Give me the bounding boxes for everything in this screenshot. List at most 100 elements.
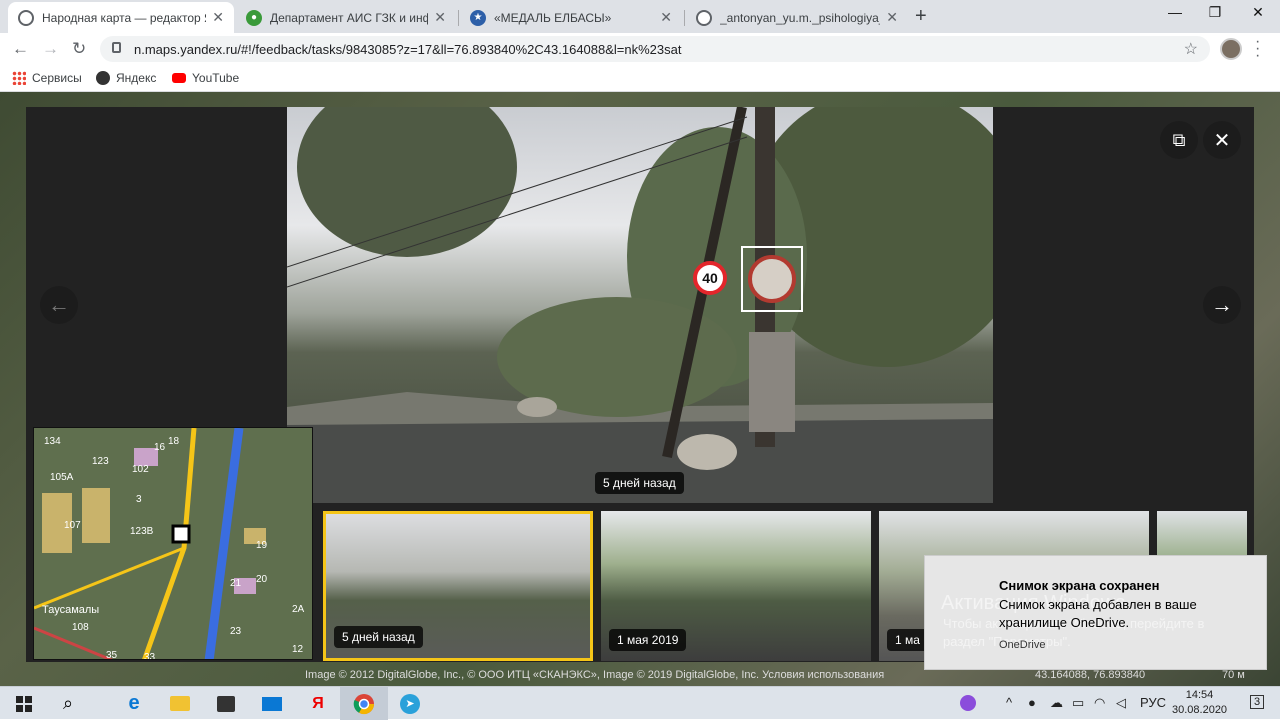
address-bar[interactable]: n.maps.yandex.ru/#!/feedback/tasks/98430… <box>100 36 1210 62</box>
close-tab-icon[interactable]: ✕ <box>212 9 224 26</box>
language-indicator[interactable]: РУС <box>1140 695 1166 710</box>
windows-taskbar: ⌕ e Я ➤ ^ ● ☁ ▭ ◠ ◁ РУС 14:54 30.08.2020… <box>0 686 1280 720</box>
street-photo[interactable]: 40 <box>287 107 993 503</box>
tab-separator <box>684 10 685 26</box>
reload-button[interactable]: ↻ <box>72 39 86 59</box>
map-label-settlement: Таусамалы <box>42 604 100 616</box>
map-label: 102 <box>132 464 149 475</box>
thumbnail[interactable]: 1 мая 2019 <box>601 511 871 661</box>
explorer-icon[interactable] <box>156 687 204 720</box>
search-icon[interactable]: ⌕ <box>44 687 92 720</box>
menu-icon[interactable]: · · · <box>1255 34 1260 64</box>
prev-photo-button[interactable]: ← <box>40 286 78 324</box>
bookmark-youtube[interactable]: YouTube <box>172 71 239 85</box>
url-text[interactable]: n.maps.yandex.ru/#!/feedback/tasks/98430… <box>134 42 681 57</box>
lock-icon <box>112 42 121 53</box>
tab-title: Народная карта — редактор Ян <box>42 10 207 25</box>
map-label: 35 <box>106 650 118 660</box>
close-window-button[interactable]: ✕ <box>1243 4 1273 21</box>
profile-avatar[interactable] <box>1220 38 1242 60</box>
thumbnail-date: 1 ма <box>887 629 928 651</box>
telegram-icon[interactable]: ➤ <box>386 687 434 720</box>
notification-center-icon[interactable]: 3 <box>1250 695 1265 709</box>
mini-map[interactable]: 134 123 102 105А 107 123В 108 35 33 Таус… <box>33 427 313 660</box>
map-scale: 70 м <box>1222 669 1245 681</box>
close-tab-icon[interactable]: ✕ <box>886 9 898 26</box>
new-tab-button[interactable]: + <box>915 5 927 28</box>
battery-icon[interactable]: ▭ <box>1072 695 1084 711</box>
close-icon[interactable]: ✕ <box>1203 121 1241 159</box>
browser-toolbar: ← → ↻ n.maps.yandex.ru/#!/feedback/tasks… <box>0 33 1280 65</box>
maximize-button[interactable]: ❐ <box>1200 4 1230 21</box>
bookmark-label: Яндекс <box>116 71 157 85</box>
tab-title: «МЕДАЛЬ ЕЛБАСЫ» <box>494 10 612 25</box>
onedrive-icon[interactable]: ☁ <box>1050 695 1063 711</box>
clock-date: 30.08.2020 <box>1172 704 1228 716</box>
speed-limit-sign[interactable]: 40 <box>693 261 727 295</box>
bookmark-services[interactable]: Сервисы <box>12 71 82 85</box>
bookmarks-bar: Сервисы Яндекс YouTube <box>0 65 1280 92</box>
current-position-marker[interactable] <box>171 524 191 544</box>
map-label: 2А <box>292 604 305 615</box>
tab-title: _antonyan_yu.m._psihologiya_pro <box>720 10 880 25</box>
close-tab-icon[interactable]: ✕ <box>660 9 672 26</box>
yandex-icon <box>96 71 110 85</box>
store-icon[interactable] <box>202 687 250 720</box>
map-label: 21 <box>230 578 242 589</box>
bookmark-star-icon[interactable]: ☆ <box>1184 39 1198 59</box>
back-button[interactable]: ← <box>12 39 29 59</box>
notification-body: Снимок экрана добавлен в ваше хранилище … <box>999 597 1197 630</box>
close-tab-icon[interactable]: ✕ <box>434 9 446 26</box>
document-icon <box>696 9 712 26</box>
map-attribution[interactable]: Image © 2012 DigitalGlobe, Inc., © ООО И… <box>305 669 884 681</box>
tab-department[interactable]: ● Департамент АИС ГЗК и инфор ✕ <box>236 2 456 33</box>
map-label: 20 <box>256 574 268 585</box>
map-label: 16 <box>154 442 166 453</box>
photo-date-badge: 5 дней назад <box>595 472 684 494</box>
notification-source: OneDrive <box>999 639 1046 651</box>
expand-icon[interactable]: ⧉ <box>1160 121 1198 159</box>
apps-grid-icon <box>12 71 26 85</box>
map-label: 134 <box>44 436 61 447</box>
tab-title: Департамент АИС ГЗК и инфор <box>270 10 429 25</box>
tab-yandex-maps[interactable]: Народная карта — редактор Ян ✕ <box>8 2 234 33</box>
forward-button[interactable]: → <box>42 39 59 59</box>
minimize-button[interactable]: — <box>1160 4 1190 20</box>
tree <box>297 107 517 257</box>
tab-separator <box>458 10 459 26</box>
chrome-icon[interactable] <box>340 687 388 720</box>
map-label: 23 <box>230 626 242 637</box>
alice-icon[interactable] <box>960 695 976 714</box>
map-label: 3 <box>136 494 142 505</box>
map-label: 108 <box>72 622 89 633</box>
volume-icon[interactable]: ◁ <box>1116 695 1126 711</box>
wifi-icon[interactable]: ◠ <box>1094 695 1105 711</box>
map-label: 12 <box>292 644 304 655</box>
street-scene <box>287 107 993 503</box>
thumbnail-date: 5 дней назад <box>334 626 423 648</box>
chevron-up-icon[interactable]: ^ <box>1006 695 1012 710</box>
mail-icon[interactable] <box>248 687 296 720</box>
edge-icon[interactable]: e <box>110 687 158 720</box>
boulder <box>677 434 737 470</box>
tab-document[interactable]: _antonyan_yu.m._psihologiya_pro ✕ <box>686 2 908 33</box>
map-coordinates: 43.164088, 76.893840 <box>1035 669 1146 681</box>
clock[interactable]: 14:54 30.08.2020 <box>1172 688 1227 718</box>
map-label: 105А <box>50 472 74 483</box>
map-label: 18 <box>168 436 180 447</box>
notification-title: Снимок экрана сохранен <box>999 578 1160 593</box>
yandex-browser-icon[interactable]: Я <box>294 687 342 720</box>
map-label: 19 <box>256 540 268 551</box>
tab-medal[interactable]: ★ «МЕДАЛЬ ЕЛБАСЫ» ✕ <box>460 2 682 33</box>
thumbnail-date: 1 мая 2019 <box>609 629 687 651</box>
thumbnail-selected[interactable]: 5 дней назад <box>323 511 593 661</box>
globe-icon: ● <box>246 9 262 26</box>
location-pin-icon <box>18 9 34 26</box>
windows-start-icon[interactable] <box>0 687 48 720</box>
map-label: 123 <box>92 456 109 467</box>
screenshot-notification[interactable]: Активация Windows Чтобы активировать Win… <box>924 555 1267 670</box>
microphone-icon[interactable]: ● <box>1028 695 1036 710</box>
emblem-icon: ★ <box>470 9 486 26</box>
next-photo-button[interactable]: → <box>1203 286 1241 324</box>
bookmark-yandex[interactable]: Яндекс <box>96 71 156 85</box>
